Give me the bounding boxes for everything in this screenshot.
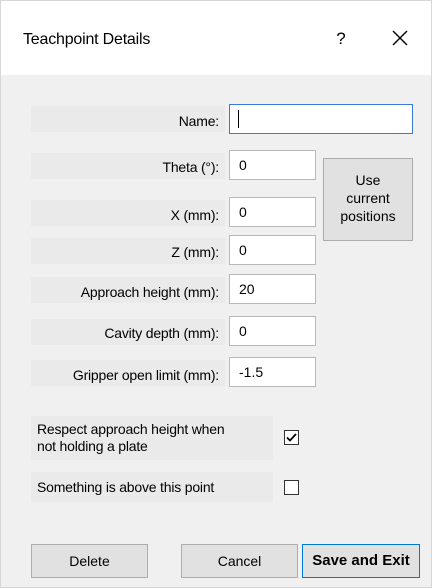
delete-button[interactable]: Delete [31, 544, 148, 578]
use-current-line-2: current [346, 190, 390, 206]
close-button[interactable] [387, 25, 413, 51]
cavity-depth-input[interactable]: 0 [229, 316, 316, 346]
teachpoint-dialog: Teachpoint Details ? Name: Theta (°): 0 … [0, 0, 432, 588]
cavity-depth-label: Cavity depth (mm): [104, 325, 219, 341]
respect-approach-label: Respect approach height when not holding… [37, 421, 225, 455]
x-input[interactable]: 0 [229, 197, 316, 227]
gripper-open-limit-label: Gripper open limit (mm): [72, 367, 219, 383]
close-icon [392, 30, 408, 46]
theta-input[interactable]: 0 [229, 150, 316, 180]
cancel-button[interactable]: Cancel [181, 544, 298, 578]
checkmark-icon [286, 433, 297, 442]
use-current-line-1: Use [355, 172, 381, 188]
something-above-label: Something is above this point [37, 479, 215, 495]
dialog-title: Teachpoint Details [23, 31, 151, 48]
z-label: Z (mm): [171, 244, 219, 260]
use-current-positions-button[interactable]: Use current positions [323, 158, 413, 241]
title-bar: Teachpoint Details ? [1, 1, 431, 75]
use-current-line-3: positions [340, 208, 396, 224]
respect-approach-label-line-1: Respect approach height when [37, 421, 225, 437]
something-above-checkbox[interactable] [284, 480, 299, 495]
theta-label: Theta (°): [162, 159, 219, 175]
approach-height-input[interactable]: 20 [229, 274, 316, 304]
save-and-exit-button[interactable]: Save and Exit [302, 544, 420, 578]
gripper-open-limit-input[interactable]: -1.5 [229, 357, 316, 387]
z-input[interactable]: 0 [229, 235, 316, 265]
name-label: Name: [178, 113, 219, 129]
help-button[interactable]: ? [329, 27, 353, 51]
text-caret [238, 110, 239, 128]
name-input[interactable] [229, 104, 413, 134]
approach-height-label: Approach height (mm): [80, 284, 219, 300]
respect-approach-checkbox[interactable] [284, 430, 299, 445]
respect-approach-label-line-2: not holding a plate [37, 438, 148, 454]
x-label: X (mm): [170, 207, 220, 223]
